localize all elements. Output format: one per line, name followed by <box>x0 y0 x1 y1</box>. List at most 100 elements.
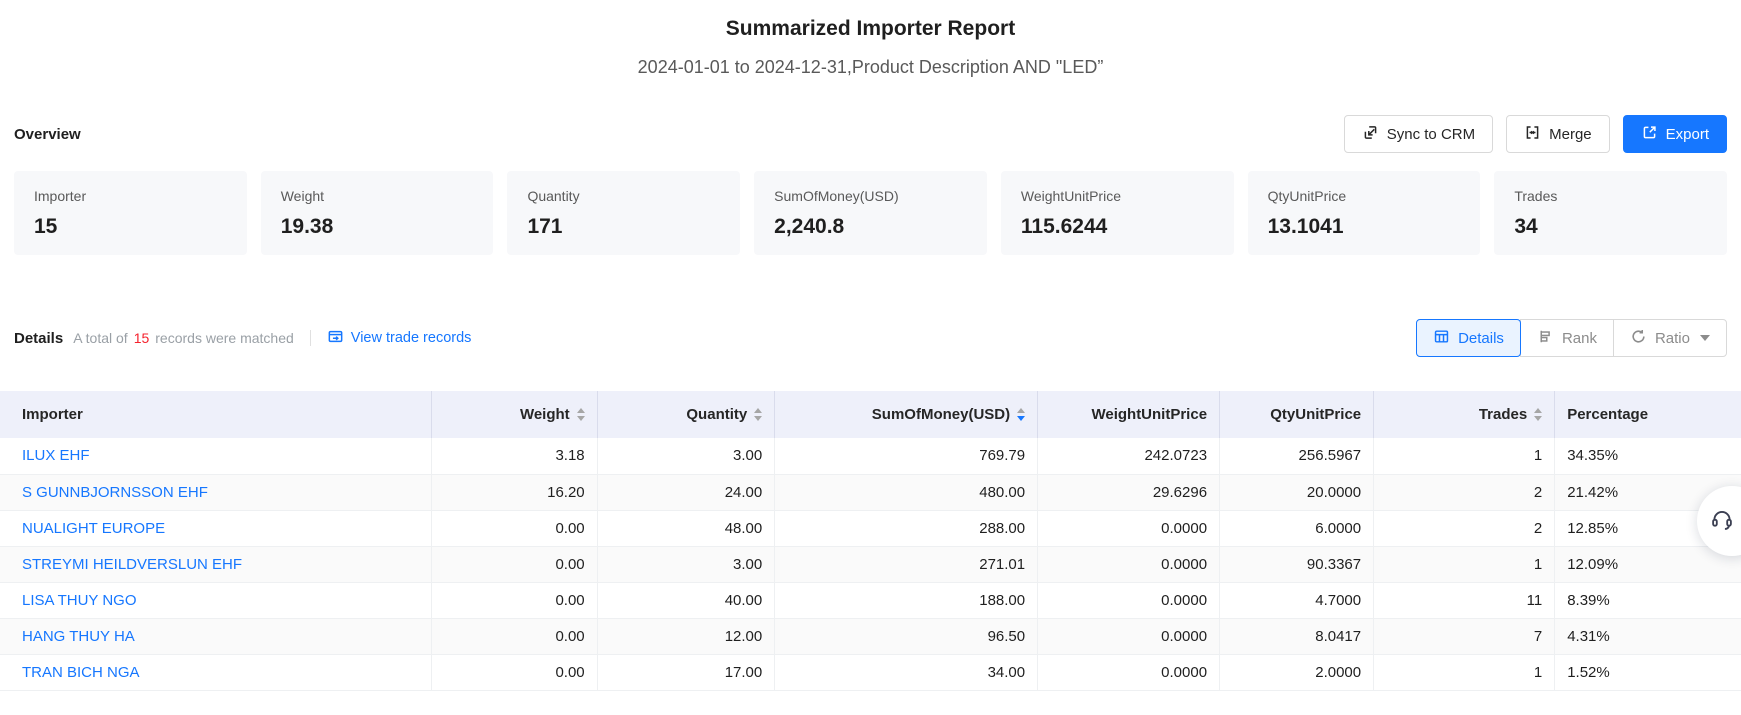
trades-cell: 7 <box>1374 618 1555 654</box>
stat-label: WeightUnitPrice <box>1021 187 1214 205</box>
sum-of-money-cell: 188.00 <box>775 582 1038 618</box>
view-mode-tabs: Details Rank <box>1416 319 1727 357</box>
chevron-down-icon <box>1700 335 1710 341</box>
importer-link[interactable]: TRAN BICH NGA <box>0 654 432 690</box>
stat-value: 34 <box>1514 215 1707 239</box>
importers-table: Importer Weight Quantity SumOfMoney(USD)… <box>0 391 1741 691</box>
weight-unit-price-cell: 242.0723 <box>1038 438 1220 474</box>
table-row: S GUNNBJORNSSON EHF 16.20 24.00 480.00 2… <box>0 474 1741 510</box>
toolbar-buttons: Sync to CRM Merge <box>1344 115 1727 153</box>
sync-icon <box>1362 124 1379 145</box>
quantity-cell: 3.00 <box>597 546 775 582</box>
divider <box>310 330 311 346</box>
stat-label: Importer <box>34 187 227 205</box>
stat-label: Quantity <box>527 187 720 205</box>
export-label: Export <box>1666 126 1709 143</box>
table-row: TRAN BICH NGA 0.00 17.00 34.00 0.0000 2.… <box>0 654 1741 690</box>
qty-unit-price-cell: 4.7000 <box>1220 582 1374 618</box>
trades-cell: 1 <box>1374 654 1555 690</box>
column-label: Quantity <box>686 406 747 423</box>
percentage-cell: 4.31% <box>1555 618 1741 654</box>
report-header: Summarized Importer Report 2024-01-01 to… <box>0 0 1741 79</box>
view-trade-records-label: View trade records <box>351 330 472 346</box>
trades-cell: 1 <box>1374 546 1555 582</box>
trades-cell: 1 <box>1374 438 1555 474</box>
table-grid-icon <box>1433 328 1450 349</box>
details-bar: Details A total of 15 records were match… <box>0 319 1741 357</box>
importer-link[interactable]: S GUNNBJORNSSON EHF <box>0 474 432 510</box>
tab-details[interactable]: Details <box>1416 319 1521 357</box>
table-row: NUALIGHT EUROPE 0.00 48.00 288.00 0.0000… <box>0 510 1741 546</box>
sum-of-money-cell: 288.00 <box>775 510 1038 546</box>
qty-unit-price-cell: 256.5967 <box>1220 438 1374 474</box>
weight-cell: 0.00 <box>432 510 597 546</box>
export-button[interactable]: Export <box>1623 115 1727 153</box>
weight-cell: 0.00 <box>432 618 597 654</box>
stat-card-weight: Weight 19.38 <box>261 171 494 255</box>
sync-to-crm-button[interactable]: Sync to CRM <box>1344 115 1493 153</box>
column-label: WeightUnitPrice <box>1091 406 1207 423</box>
importer-link[interactable]: HANG THUY HA <box>0 618 432 654</box>
stat-card-trades: Trades 34 <box>1494 171 1727 255</box>
column-header-importer: Importer <box>0 391 432 438</box>
column-label: Percentage <box>1567 406 1648 423</box>
stat-card-weight-unit-price: WeightUnitPrice 115.6244 <box>1001 171 1234 255</box>
column-header-weight-unit-price: WeightUnitPrice <box>1038 391 1220 438</box>
weight-unit-price-cell: 0.0000 <box>1038 510 1220 546</box>
importer-link[interactable]: STREYMI HEILDVERSLUN EHF <box>0 546 432 582</box>
sort-icon-active-desc[interactable] <box>1017 408 1025 421</box>
column-header-quantity[interactable]: Quantity <box>597 391 775 438</box>
column-header-trades[interactable]: Trades <box>1374 391 1555 438</box>
sum-of-money-cell: 96.50 <box>775 618 1038 654</box>
details-title: Details <box>14 330 63 347</box>
stat-value: 115.6244 <box>1021 215 1214 239</box>
headset-icon <box>1709 506 1735 537</box>
column-header-sum-of-money[interactable]: SumOfMoney(USD) <box>775 391 1038 438</box>
stat-value: 15 <box>34 215 227 239</box>
column-header-percentage: Percentage <box>1555 391 1741 438</box>
column-header-weight[interactable]: Weight <box>432 391 597 438</box>
tab-ratio-label: Ratio <box>1655 330 1690 347</box>
table-row: LISA THUY NGO 0.00 40.00 188.00 0.0000 4… <box>0 582 1741 618</box>
merge-label: Merge <box>1549 126 1592 143</box>
qty-unit-price-cell: 2.0000 <box>1220 654 1374 690</box>
page-subtitle: 2024-01-01 to 2024-12-31,Product Descrip… <box>0 55 1741 79</box>
tab-ratio[interactable]: Ratio <box>1613 319 1727 357</box>
table-body: ILUX EHF 3.18 3.00 769.79 242.0723 256.5… <box>0 438 1741 690</box>
tab-rank-label: Rank <box>1562 330 1597 347</box>
stat-value: 13.1041 <box>1268 215 1461 239</box>
quantity-cell: 48.00 <box>597 510 775 546</box>
percentage-cell: 1.52% <box>1555 654 1741 690</box>
quantity-cell: 40.00 <box>597 582 775 618</box>
sort-icon[interactable] <box>577 408 585 421</box>
overview-toolbar: Overview Sync to CRM <box>0 115 1741 153</box>
page-title: Summarized Importer Report <box>0 16 1741 42</box>
sort-icon[interactable] <box>754 408 762 421</box>
quantity-cell: 24.00 <box>597 474 775 510</box>
overview-stat-cards: Importer 15 Weight 19.38 Quantity 171 Su… <box>0 171 1741 255</box>
merge-button[interactable]: Merge <box>1506 115 1610 153</box>
importer-link[interactable]: ILUX EHF <box>0 438 432 474</box>
column-label: QtyUnitPrice <box>1270 406 1361 423</box>
table-row: STREYMI HEILDVERSLUN EHF 0.00 3.00 271.0… <box>0 546 1741 582</box>
column-label: Importer <box>22 406 83 423</box>
view-trade-records-link[interactable]: View trade records <box>327 328 472 349</box>
column-label: SumOfMoney(USD) <box>872 406 1010 423</box>
stat-label: QtyUnitPrice <box>1268 187 1461 205</box>
ratio-refresh-icon <box>1630 328 1647 349</box>
column-label: Weight <box>520 406 570 423</box>
export-icon <box>1641 124 1658 145</box>
importer-link[interactable]: NUALIGHT EUROPE <box>0 510 432 546</box>
table-row: ILUX EHF 3.18 3.00 769.79 242.0723 256.5… <box>0 438 1741 474</box>
sort-icon[interactable] <box>1534 408 1542 421</box>
importer-link[interactable]: LISA THUY NGO <box>0 582 432 618</box>
weight-unit-price-cell: 29.6296 <box>1038 474 1220 510</box>
column-header-qty-unit-price: QtyUnitPrice <box>1220 391 1374 438</box>
table-row: HANG THUY HA 0.00 12.00 96.50 0.0000 8.0… <box>0 618 1741 654</box>
merge-icon <box>1524 124 1541 145</box>
stat-value: 171 <box>527 215 720 239</box>
sum-of-money-cell: 271.01 <box>775 546 1038 582</box>
tab-rank[interactable]: Rank <box>1520 319 1614 357</box>
matched-count: 15 <box>134 330 150 346</box>
stat-card-sum-of-money: SumOfMoney(USD) 2,240.8 <box>754 171 987 255</box>
